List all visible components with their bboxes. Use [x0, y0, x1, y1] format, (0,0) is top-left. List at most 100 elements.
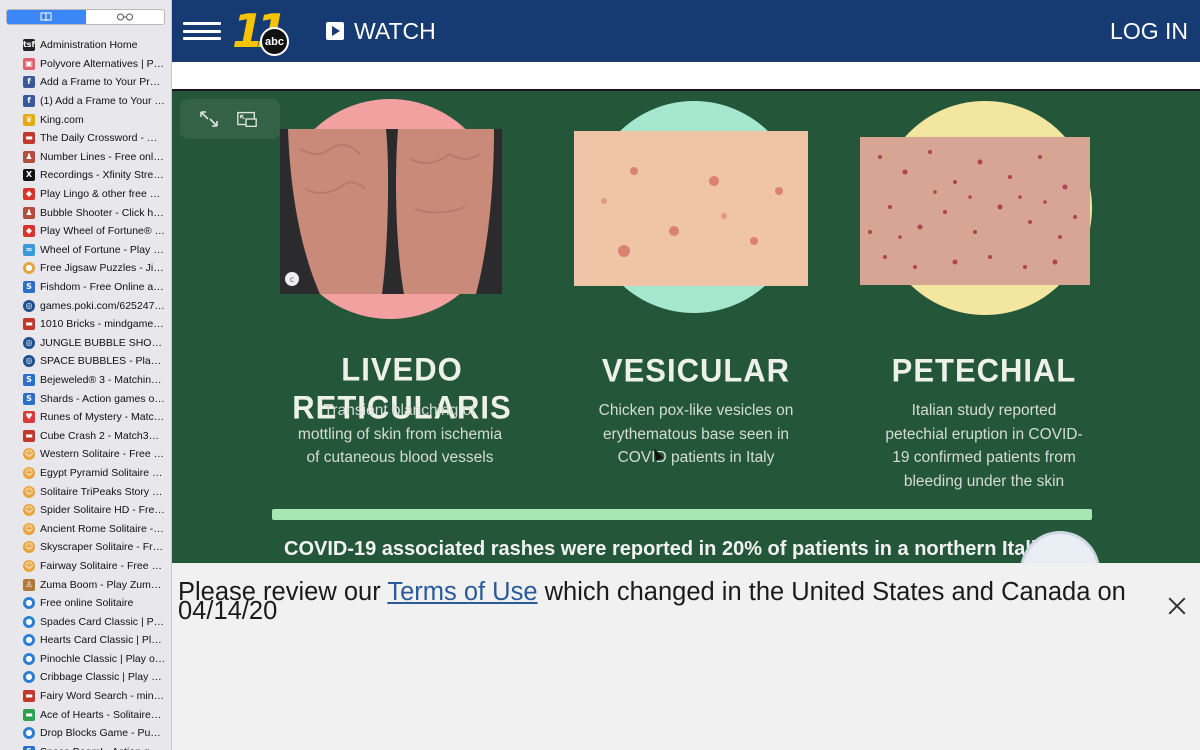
bookmark-item[interactable]: ♛ King.com: [0, 110, 171, 129]
watch-link[interactable]: WATCH: [326, 18, 436, 44]
bookmark-label: Polyvore Alternatives | Pol...: [40, 57, 166, 70]
bookmarks-tab[interactable]: [7, 10, 86, 24]
bookmark-item[interactable]: ≈ Wheel of Fortune - Play Fr...: [0, 241, 171, 260]
bookmark-item[interactable]: ♥ Runes of Mystery - Match3...: [0, 408, 171, 427]
picture-in-picture-icon[interactable]: [236, 109, 258, 129]
bookmark-label: Fishdom - Free Online and...: [40, 281, 166, 294]
favicon-icon: ▣: [23, 57, 35, 70]
favicon-icon: ♙: [23, 578, 35, 591]
bookmark-item[interactable]: ▬ The Daily Crossword - min...: [0, 129, 171, 148]
bookmark-item[interactable]: ◎ games.poki.com/625247/1...: [0, 296, 171, 315]
bookmark-label: Free Jigsaw Puzzles - Jigs...: [40, 262, 166, 275]
favicon-icon: ◎: [23, 299, 35, 312]
bookmark-item[interactable]: ▬ Ace of Hearts - SolitaireOn...: [0, 705, 171, 724]
bookmark-item[interactable]: ☺ Western Solitaire - Free on...: [0, 445, 171, 464]
bookmark-item[interactable]: ♙ Zuma Boom - Play Zuma B...: [0, 575, 171, 594]
favicon-icon: ♥: [23, 411, 35, 424]
bookmark-label: Add a Frame to Your Profil...: [40, 76, 166, 89]
bookmark-label: 1010 Bricks - mindgames.c...: [40, 318, 166, 331]
bookmark-item[interactable]: ◎ JUNGLE BUBBLE SHOOTE...: [0, 334, 171, 353]
livedo-desc-line: mottling of skin from ischemia: [297, 425, 503, 443]
bookmark-item[interactable]: ▬ Cube Crash 2 - Match3Ga...: [0, 426, 171, 445]
bookmark-item[interactable]: ● Free online Solitaire: [0, 594, 171, 613]
bookmark-item[interactable]: ● Cribbage Classic | Play onli...: [0, 668, 171, 687]
bookmark-item[interactable]: ☺ Fairway Solitaire - Free onli...: [0, 557, 171, 576]
login-link[interactable]: LOG IN: [1110, 18, 1188, 45]
bookmark-item[interactable]: S Space Boom! - Action gam...: [0, 743, 171, 750]
terms-of-use-link[interactable]: Terms of Use: [387, 578, 537, 606]
bookmark-list: tsf Administration Home ▣ Polyvore Alternat…: [0, 36, 171, 750]
bookmark-item[interactable]: ● Free Jigsaw Puzzles - Jigs...: [0, 259, 171, 278]
close-icon[interactable]: [1168, 597, 1186, 615]
bookmark-item[interactable]: ◆ Play Wheel of Fortune® &...: [0, 222, 171, 241]
bookmark-item[interactable]: ● Spades Card Classic | Play...: [0, 612, 171, 631]
terms-banner: Please review our Terms of Use which cha…: [172, 563, 1200, 750]
bookmark-item[interactable]: ▬ 1010 Bricks - mindgames.c...: [0, 315, 171, 334]
favicon-icon: ☺: [23, 559, 35, 572]
bookmark-item[interactable]: ◎ SPACE BUBBLES - Play Sp...: [0, 352, 171, 371]
bookmark-item[interactable]: ☺ Solitaire TriPeaks Story - F...: [0, 482, 171, 501]
bookmark-item[interactable]: ☺ Spider Solitaire HD - Free...: [0, 501, 171, 520]
abc-logo-badge: abc: [260, 27, 289, 56]
bookmark-label: Drop Blocks Game - Puzzl...: [40, 727, 166, 740]
watch-label: WATCH: [354, 17, 436, 44]
favicon-icon: ☺: [23, 466, 35, 479]
bookmark-item[interactable]: ♟ Bubble Shooter - Click her...: [0, 203, 171, 222]
bookmark-label: Spades Card Classic | Play...: [40, 615, 166, 628]
vesicular-image: [574, 131, 808, 286]
bookmark-item[interactable]: S Shards - Action games on...: [0, 389, 171, 408]
bookmark-item[interactable]: f (1) Add a Frame to Your Pr...: [0, 92, 171, 111]
bookmark-label: Pinochle Classic | Play onli...: [40, 652, 166, 665]
favicon-icon: S: [23, 392, 35, 405]
bookmark-label: Bubble Shooter - Click her...: [40, 206, 166, 219]
bookmark-item[interactable]: S Bejeweled® 3 - Matching G...: [0, 371, 171, 390]
header-spacer: [172, 62, 1200, 91]
vesicular-description: Chicken pox-like vesicles on erythematou…: [546, 399, 846, 470]
bookmark-item[interactable]: ♟ Number Lines - Free online...: [0, 148, 171, 167]
vesicular-desc-line: erythematous base seen in: [602, 425, 790, 443]
bookmark-item[interactable]: tsf Administration Home: [0, 36, 171, 55]
reading-list-tab[interactable]: [86, 10, 165, 24]
bookmark-item[interactable]: ● Drop Blocks Game - Puzzl...: [0, 724, 171, 743]
bookmark-label: games.poki.com/625247/1...: [40, 299, 166, 312]
favicon-icon: ●: [23, 262, 35, 275]
menu-icon[interactable]: [183, 22, 221, 40]
favicon-icon: ☺: [23, 522, 35, 535]
bookmark-label: Ace of Hearts - SolitaireOn...: [40, 708, 166, 721]
video-player[interactable]: c LIVEDO RETICULARIS Transient blanching…: [172, 91, 1200, 563]
vesicular-desc-line: Chicken pox-like vesicles on: [598, 402, 794, 419]
livedo-image: c: [280, 129, 502, 294]
favicon-icon: ▬: [23, 708, 35, 721]
bookmark-item[interactable]: ☺ Egypt Pyramid Solitaire - F...: [0, 464, 171, 483]
bookmark-item[interactable]: ● Hearts Card Classic | Play...: [0, 631, 171, 650]
bookmark-label: Fairy Word Search - mindg...: [40, 690, 166, 703]
abc11-logo[interactable]: 11 abc: [232, 4, 292, 58]
favicon-icon: ▬: [23, 318, 35, 331]
bookmark-label: Play Lingo & other free We...: [40, 188, 166, 201]
favicon-icon: ♟: [23, 150, 35, 163]
petechial-desc-line: bleeding under the skin: [903, 472, 1065, 490]
favicon-icon: S: [23, 281, 35, 294]
bookmark-item[interactable]: X Recordings - Xfinity Stream: [0, 166, 171, 185]
favicon-icon: ☺: [23, 448, 35, 461]
bookmark-item[interactable]: ☺ Ancient Rome Solitaire - Fr...: [0, 519, 171, 538]
bookmark-label: King.com: [40, 113, 84, 126]
bookmark-item[interactable]: S Fishdom - Free Online and...: [0, 278, 171, 297]
bookmark-item[interactable]: ◆ Play Lingo & other free We...: [0, 185, 171, 204]
bookmark-item[interactable]: ▣ Polyvore Alternatives | Pol...: [0, 55, 171, 74]
favicon-icon: ◆: [23, 188, 35, 201]
bookmark-label: Runes of Mystery - Match3...: [40, 411, 166, 424]
favicon-icon: ●: [23, 671, 35, 684]
expand-icon[interactable]: [198, 109, 220, 129]
favicon-icon: ●: [23, 652, 35, 665]
bookmark-item[interactable]: ☺ Skyscraper Solitaire - Free...: [0, 538, 171, 557]
sidebar-segmented-control: [6, 9, 165, 25]
bookmark-label: Administration Home: [40, 39, 138, 52]
bookmark-item[interactable]: ● Pinochle Classic | Play onli...: [0, 650, 171, 669]
favicon-icon: ▬: [23, 132, 35, 145]
bookmark-item[interactable]: ▬ Fairy Word Search - mindg...: [0, 687, 171, 706]
bookmark-item[interactable]: f Add a Frame to Your Profil...: [0, 73, 171, 92]
favicon-icon: ≈: [23, 243, 35, 256]
bookmark-label: JUNGLE BUBBLE SHOOTE...: [40, 336, 166, 349]
bookmark-label: Recordings - Xfinity Stream: [40, 169, 166, 182]
